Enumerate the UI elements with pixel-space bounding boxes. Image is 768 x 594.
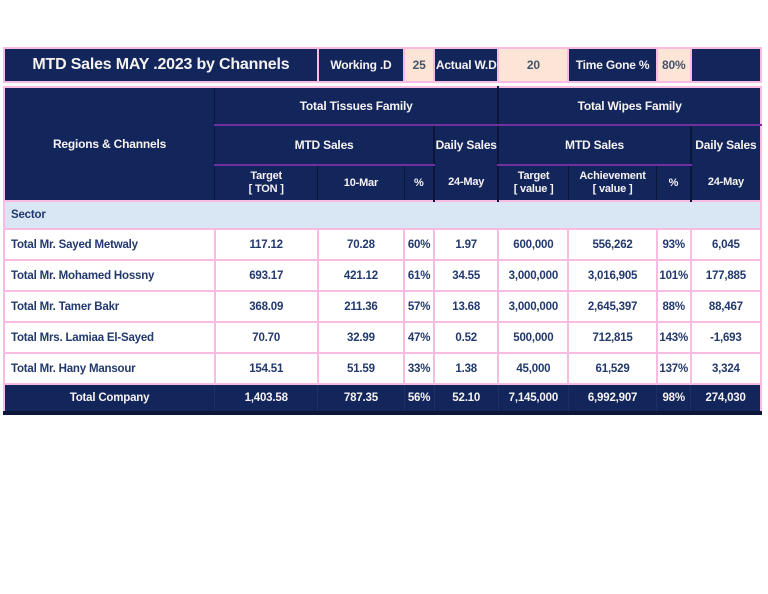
value-cell[interactable]: 3,324 — [689, 352, 763, 385]
table-row: Total Mrs. Lamiaa El-Sayed 70.70 32.99 4… — [3, 321, 763, 354]
total-value-cell[interactable]: 787.35 — [317, 383, 405, 415]
value-cell[interactable]: 93% — [655, 228, 692, 261]
value-cell[interactable]: 33% — [403, 352, 436, 385]
total-company-row: Total Company 1,403.58 787.35 56% 52.10 … — [3, 383, 762, 415]
row-name-cell[interactable]: Total Mr. Hany Mansour — [3, 352, 216, 385]
value-cell[interactable]: -1,693 — [689, 321, 763, 354]
table-row: Total Mr. Hany Mansour 154.51 51.59 33% … — [3, 352, 763, 385]
col-wipes-percent: % — [656, 164, 692, 202]
value-cell[interactable]: 45,000 — [497, 352, 570, 385]
value-cell[interactable]: 61,529 — [567, 352, 658, 385]
value-cell[interactable]: 368.09 — [213, 290, 319, 323]
value-cell[interactable]: 0.52 — [433, 321, 500, 354]
tissues-daily-sales-header: Daily Sales — [433, 124, 499, 166]
col-achievement-value: Achievement [ value ] — [567, 164, 658, 202]
col-10-mar: 10-Mar — [317, 164, 405, 202]
value-cell[interactable]: 2,645,397 — [567, 290, 658, 323]
table-row: Total Mr. Tamer Bakr 368.09 211.36 57% 1… — [3, 290, 763, 323]
value-cell[interactable]: 556,262 — [567, 228, 658, 261]
value-cell[interactable]: 34.55 — [433, 259, 500, 292]
time-gone-value[interactable]: 80% — [655, 47, 692, 83]
value-cell[interactable]: 712,815 — [567, 321, 658, 354]
actual-wd-value[interactable]: 20 — [497, 47, 570, 83]
wipes-daily-sales-header: Daily Sales — [689, 124, 762, 166]
wipes-family-header: Total Wipes Family — [497, 86, 762, 126]
value-cell[interactable]: 70.28 — [316, 228, 406, 261]
value-cell[interactable]: 154.51 — [213, 352, 319, 385]
col-tissues-24-may: 24-May — [433, 164, 499, 202]
value-cell[interactable]: 61% — [403, 259, 436, 292]
value-cell[interactable]: 3,000,000 — [497, 290, 570, 323]
value-cell[interactable]: 600,000 — [497, 228, 570, 261]
time-gone-label: Time Gone % — [567, 47, 658, 83]
value-cell[interactable]: 211.36 — [316, 290, 406, 323]
total-value-cell[interactable]: 1,403.58 — [214, 383, 319, 415]
banner-blank-cell — [689, 47, 763, 83]
working-days-value[interactable]: 25 — [403, 47, 436, 83]
value-cell[interactable]: 60% — [403, 228, 436, 261]
value-cell[interactable]: 177,885 — [689, 259, 763, 292]
total-value-cell[interactable]: 7,145,000 — [497, 383, 569, 415]
value-cell[interactable]: 3,016,905 — [567, 259, 658, 292]
actual-wd-label: Actual W.D — [433, 47, 500, 83]
sector-band: Sector — [3, 200, 762, 230]
tissues-family-header: Total Tissues Family — [214, 86, 499, 126]
value-cell[interactable]: 6,045 — [689, 228, 763, 261]
row-name-cell[interactable]: Total Mr. Tamer Bakr — [3, 290, 216, 323]
col-target-ton: Target [ TON ] — [214, 164, 319, 202]
value-cell[interactable]: 143% — [655, 321, 692, 354]
value-cell[interactable]: 47% — [403, 321, 436, 354]
total-value-cell[interactable]: 274,030 — [690, 383, 762, 415]
table-row: Total Mr. Mohamed Hossny 693.17 421.12 6… — [3, 259, 763, 292]
total-value-cell[interactable]: 6,992,907 — [567, 383, 658, 415]
sector-label[interactable]: Sector — [3, 200, 762, 230]
sales-table: Regions & Channels Total Tissues Family … — [3, 86, 763, 415]
value-cell[interactable]: 3,000,000 — [497, 259, 570, 292]
value-cell[interactable]: 51.59 — [316, 352, 406, 385]
value-cell[interactable]: 500,000 — [497, 321, 570, 354]
col-tissues-percent: % — [403, 164, 435, 202]
total-value-cell[interactable]: 98% — [656, 383, 692, 415]
title-banner: MTD Sales MAY .2023 by Channels Working … — [3, 47, 763, 83]
sales-report-sheet: MTD Sales MAY .2023 by Channels Working … — [3, 47, 765, 415]
value-cell[interactable]: 70.70 — [213, 321, 319, 354]
value-cell[interactable]: 693.17 — [213, 259, 319, 292]
regions-channels-header: Regions & Channels — [3, 86, 216, 202]
total-company-label[interactable]: Total Company — [3, 383, 216, 415]
tissues-mtd-sales-header: MTD Sales — [214, 124, 435, 166]
working-days-label: Working .D — [316, 47, 406, 83]
value-cell[interactable]: 57% — [403, 290, 436, 323]
value-cell[interactable]: 1.38 — [433, 352, 500, 385]
wipes-mtd-sales-header: MTD Sales — [497, 124, 692, 166]
value-cell[interactable]: 88% — [655, 290, 692, 323]
total-value-cell[interactable]: 52.10 — [433, 383, 499, 415]
total-value-cell[interactable]: 56% — [403, 383, 435, 415]
value-cell[interactable]: 101% — [655, 259, 692, 292]
value-cell[interactable]: 32.99 — [316, 321, 406, 354]
col-wipes-24-may: 24-May — [689, 164, 762, 202]
value-cell[interactable]: 137% — [655, 352, 692, 385]
row-name-cell[interactable]: Total Mr. Mohamed Hossny — [3, 259, 216, 292]
value-cell[interactable]: 117.12 — [213, 228, 319, 261]
table-row: Total Mr. Sayed Metwaly 117.12 70.28 60%… — [3, 228, 763, 261]
value-cell[interactable]: 13.68 — [433, 290, 500, 323]
col-target-value: Target [ value ] — [497, 164, 569, 202]
value-cell[interactable]: 1.97 — [433, 228, 500, 261]
report-title: MTD Sales MAY .2023 by Channels — [3, 47, 319, 83]
row-name-cell[interactable]: Total Mrs. Lamiaa El-Sayed — [3, 321, 216, 354]
row-name-cell[interactable]: Total Mr. Sayed Metwaly — [3, 228, 216, 261]
value-cell[interactable]: 421.12 — [316, 259, 406, 292]
value-cell[interactable]: 88,467 — [689, 290, 763, 323]
